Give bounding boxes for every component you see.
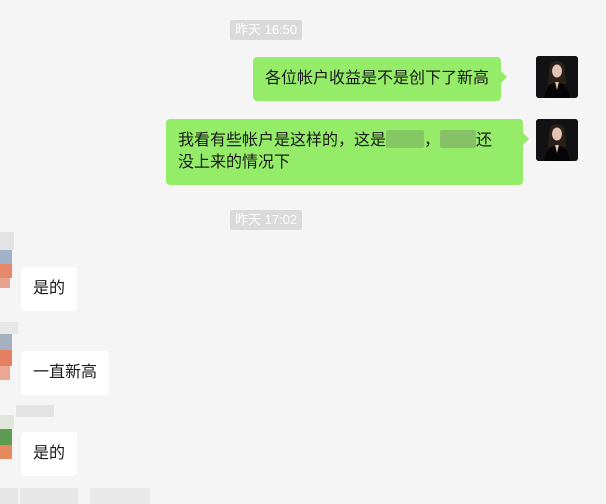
- message-text-sep: ，: [424, 130, 441, 149]
- message-line-1: 我看有些帐户是这样的，这是 ， 还: [178, 129, 511, 151]
- pixel-block: [0, 232, 14, 250]
- pixel-block: [0, 488, 18, 504]
- pixel-block: [0, 350, 12, 366]
- pixel-block: [0, 250, 12, 264]
- message-text: 是的: [33, 443, 66, 462]
- outgoing-message-1[interactable]: 各位帐户收益是不是创下了新高: [253, 57, 508, 101]
- pixel-block: [0, 264, 12, 278]
- pixel-block: [0, 278, 10, 288]
- incoming-message-2[interactable]: 一直新高: [21, 351, 110, 395]
- pixel-block: [0, 415, 14, 429]
- pixel-block: [0, 366, 10, 380]
- woman-portrait-icon: [536, 119, 578, 161]
- redacted-block: [386, 130, 425, 148]
- pixelated-content-bottom: [0, 488, 160, 504]
- pixel-block: [0, 429, 12, 445]
- pixel-block: [0, 334, 12, 350]
- message-line-2: 没上来的情况下: [178, 152, 291, 171]
- message-text: 各位帐户收益是不是创下了新高: [265, 68, 490, 87]
- outgoing-message-2[interactable]: 我看有些帐户是这样的，这是 ， 还 没上来的情况下: [166, 119, 529, 185]
- pixel-block: [16, 405, 54, 417]
- self-avatar-1[interactable]: [536, 56, 578, 98]
- timestamp-2: 昨天 17:02: [230, 210, 303, 230]
- pixel-block: [0, 322, 18, 334]
- message-text: 是的: [33, 278, 66, 297]
- message-text: 一直新高: [33, 362, 98, 381]
- woman-portrait-icon: [536, 56, 578, 98]
- pixel-block: [20, 488, 78, 504]
- contact-avatar-2[interactable]: [0, 322, 22, 392]
- pixel-block: [90, 488, 150, 504]
- contact-avatar-1[interactable]: [0, 232, 22, 298]
- timestamp-1: 昨天 16:50: [230, 20, 303, 40]
- message-text-part: 还: [476, 130, 493, 149]
- message-text-part: 我看有些帐户是这样的，这是: [178, 130, 387, 149]
- self-avatar-2[interactable]: [536, 119, 578, 161]
- pixel-block: [0, 445, 12, 459]
- redacted-block: [440, 130, 477, 148]
- incoming-message-3[interactable]: 是的: [21, 432, 78, 476]
- incoming-message-1[interactable]: 是的: [21, 267, 78, 311]
